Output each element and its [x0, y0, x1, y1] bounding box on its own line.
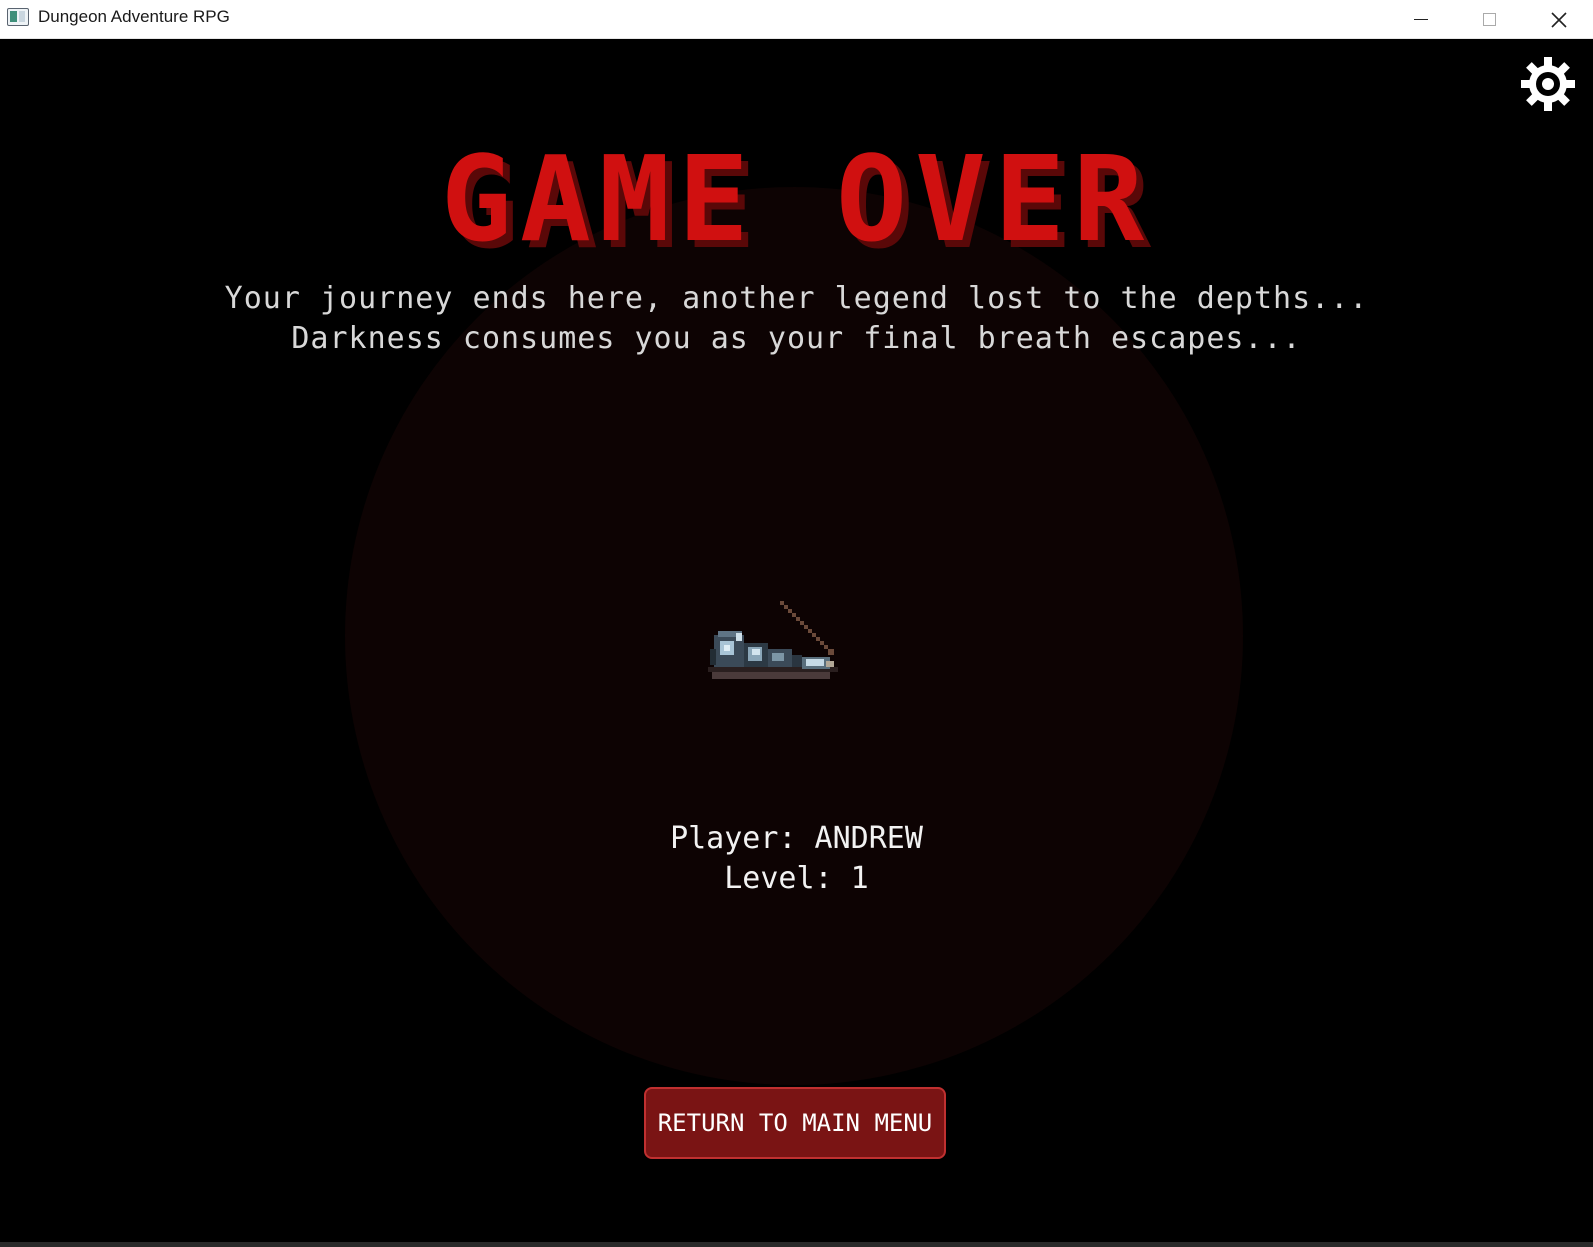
window-title: Dungeon Adventure RPG — [38, 7, 230, 26]
minimize-icon — [1414, 19, 1428, 20]
window-titlebar: Dungeon Adventure RPG — [0, 0, 1593, 39]
fallen-knight-sprite — [708, 601, 848, 691]
death-message-line-2: Darkness consumes you as your final brea… — [291, 321, 1302, 356]
app-icon — [7, 8, 29, 26]
close-button[interactable] — [1525, 0, 1593, 39]
game-over-title: GAME OVER — [440, 130, 1153, 268]
window-bottom-border — [0, 1242, 1593, 1247]
gear-icon — [1521, 57, 1575, 111]
return-to-main-menu-button[interactable]: RETURN TO MAIN MENU — [644, 1087, 946, 1159]
death-message-line-1: Your journey ends here, another legend l… — [224, 281, 1369, 316]
settings-button[interactable] — [1520, 56, 1576, 112]
close-icon — [1551, 11, 1567, 28]
player-level-label: Level: 1 — [724, 861, 869, 896]
maximize-icon — [1482, 13, 1496, 26]
maximize-button[interactable] — [1455, 0, 1523, 39]
game-canvas: GAME OVER Your journey ends here, anothe… — [0, 39, 1593, 1242]
player-name-label: Player: ANDREW — [670, 821, 923, 856]
minimize-button[interactable] — [1387, 0, 1455, 39]
